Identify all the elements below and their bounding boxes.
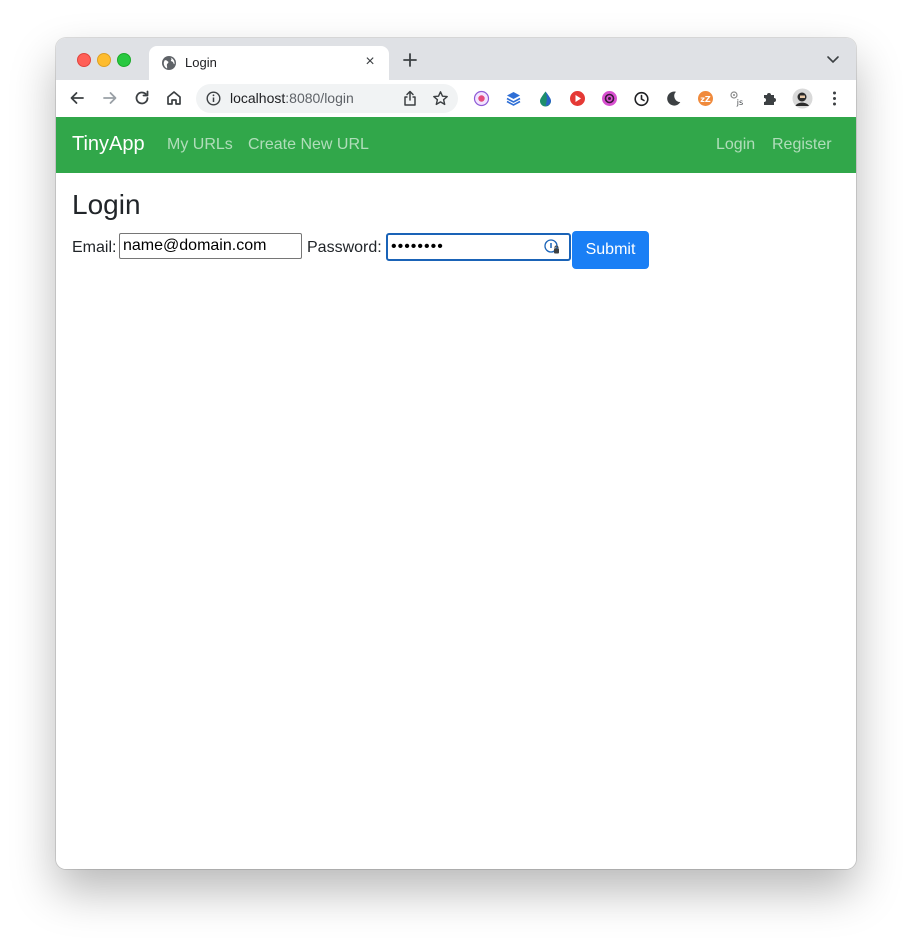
site-info-icon[interactable] bbox=[206, 91, 221, 106]
url-text[interactable]: localhost:8080/login bbox=[230, 90, 354, 106]
submit-button[interactable]: Submit bbox=[572, 231, 649, 269]
svg-text:js: js bbox=[736, 98, 743, 107]
extension-4-icon[interactable] bbox=[569, 90, 586, 107]
brand-link[interactable]: TinyApp bbox=[72, 133, 145, 156]
extension-1-icon[interactable] bbox=[473, 90, 490, 107]
chevron-down-icon[interactable] bbox=[826, 55, 840, 65]
clock-icon[interactable] bbox=[633, 90, 650, 107]
address-bar[interactable]: localhost:8080/login bbox=[196, 84, 458, 113]
extension-5-icon[interactable] bbox=[601, 90, 618, 107]
site-navbar: TinyApp My URLs Create New URL Login Reg… bbox=[56, 117, 856, 173]
email-label: Email: bbox=[72, 239, 117, 256]
extension-3-icon[interactable] bbox=[537, 90, 554, 107]
extension-9-icon[interactable]: js bbox=[729, 90, 746, 107]
browser-window: Login × localhost:8080/login zZ js TinyA… bbox=[56, 38, 856, 869]
password-manager-icon[interactable] bbox=[544, 239, 560, 255]
password-label: Password: bbox=[307, 239, 382, 256]
browser-toolbar: localhost:8080/login zZ js bbox=[56, 80, 856, 118]
page-content: Login Email: Password: Submit bbox=[56, 173, 856, 869]
minimize-window-button[interactable] bbox=[97, 53, 111, 67]
close-window-button[interactable] bbox=[77, 53, 91, 67]
svg-text:zZ: zZ bbox=[700, 95, 711, 104]
nav-link-login[interactable]: Login bbox=[716, 136, 755, 154]
tab-strip: Login × bbox=[56, 38, 856, 80]
tab-title: Login bbox=[185, 55, 217, 70]
profile-avatar-icon[interactable] bbox=[792, 88, 813, 109]
forward-arrow-icon[interactable] bbox=[101, 89, 119, 107]
nav-link-create-new-url[interactable]: Create New URL bbox=[248, 136, 369, 154]
reload-icon[interactable] bbox=[133, 89, 151, 107]
moon-icon[interactable] bbox=[665, 90, 682, 107]
globe-icon bbox=[162, 56, 176, 70]
more-menu-icon[interactable] bbox=[826, 90, 843, 107]
extension-2-icon[interactable] bbox=[505, 90, 522, 107]
back-arrow-icon[interactable] bbox=[68, 89, 86, 107]
url-path: :8080/login bbox=[285, 90, 354, 106]
page-title: Login bbox=[72, 189, 141, 220]
extensions-puzzle-icon[interactable] bbox=[761, 90, 778, 107]
bookmark-star-icon[interactable] bbox=[432, 90, 449, 107]
url-host: localhost bbox=[230, 90, 286, 106]
nav-link-my-urls[interactable]: My URLs bbox=[167, 136, 233, 154]
email-field[interactable] bbox=[119, 233, 302, 259]
nav-link-register[interactable]: Register bbox=[772, 136, 832, 154]
tab-close-icon[interactable]: × bbox=[361, 53, 379, 71]
maximize-window-button[interactable] bbox=[117, 53, 131, 67]
new-tab-icon[interactable] bbox=[402, 52, 418, 68]
share-icon[interactable] bbox=[402, 90, 418, 107]
extension-8-icon[interactable]: zZ bbox=[697, 90, 714, 107]
tab-login[interactable]: Login × bbox=[149, 46, 389, 80]
home-icon[interactable] bbox=[165, 89, 183, 107]
